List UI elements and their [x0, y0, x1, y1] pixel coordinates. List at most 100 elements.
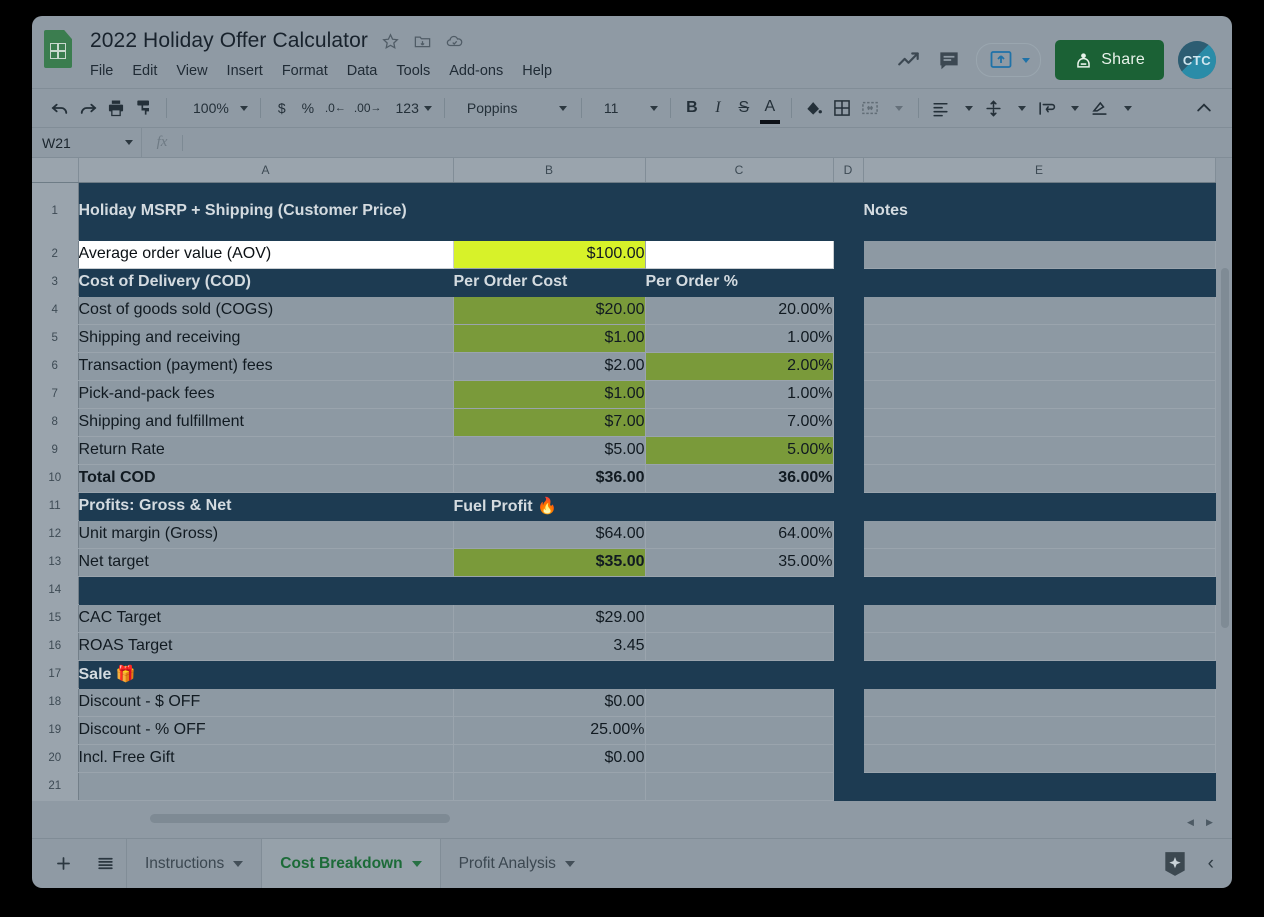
cell-A4[interactable]: Cost of goods sold (COGS): [78, 296, 454, 325]
chevron-down-icon[interactable]: [411, 860, 422, 867]
cell-B10[interactable]: $36.00: [453, 464, 646, 493]
cell-D18[interactable]: [833, 688, 864, 717]
row-header[interactable]: 3: [32, 268, 79, 297]
cell-B20[interactable]: $0.00: [453, 744, 646, 773]
borders-icon[interactable]: [828, 94, 856, 122]
row-header[interactable]: 5: [32, 324, 79, 353]
column-header-c[interactable]: C: [645, 158, 834, 183]
row-header[interactable]: 18: [32, 688, 79, 717]
cell-B13[interactable]: $35.00: [453, 548, 646, 577]
vertical-scrollbar[interactable]: [1220, 182, 1230, 802]
sheet-tab[interactable]: Cost Breakdown: [261, 838, 440, 888]
cell-D6[interactable]: [833, 352, 864, 381]
menu-item-view[interactable]: View: [176, 63, 207, 79]
column-header-a[interactable]: A: [78, 158, 454, 183]
merge-cells-icon[interactable]: [856, 94, 884, 122]
row-header[interactable]: 13: [32, 548, 79, 577]
cell-D1[interactable]: [833, 182, 864, 241]
row-header[interactable]: 11: [32, 492, 79, 521]
menu-item-help[interactable]: Help: [522, 63, 552, 79]
select-all-corner[interactable]: [32, 158, 79, 183]
cell-E8[interactable]: [863, 408, 1216, 437]
menu-item-format[interactable]: Format: [282, 63, 328, 79]
cell-E1[interactable]: Notes: [863, 182, 1216, 241]
cell-D19[interactable]: [833, 716, 864, 745]
cell-A21[interactable]: [78, 772, 454, 801]
cell-A3[interactable]: Cost of Delivery (COD): [78, 268, 454, 297]
italic-button[interactable]: I: [705, 94, 731, 122]
cell-E20[interactable]: [863, 744, 1216, 773]
row-header[interactable]: 19: [32, 716, 79, 745]
cell-E5[interactable]: [863, 324, 1216, 353]
cell-E21[interactable]: [863, 772, 1216, 801]
text-rotation-icon[interactable]: [1086, 94, 1113, 122]
cell-B8[interactable]: $7.00: [453, 408, 646, 437]
cell-E7[interactable]: [863, 380, 1216, 409]
strikethrough-button[interactable]: S: [731, 94, 757, 122]
chevron-down-icon[interactable]: [965, 105, 974, 111]
redo-icon[interactable]: [74, 94, 102, 122]
vertical-align-icon[interactable]: [980, 94, 1007, 122]
scroll-right-icon[interactable]: ▶: [1201, 814, 1218, 830]
menu-item-addons[interactable]: Add-ons: [449, 63, 503, 79]
print-icon[interactable]: [102, 94, 130, 122]
star-icon[interactable]: [381, 32, 400, 51]
cell-D7[interactable]: [833, 380, 864, 409]
menu-item-edit[interactable]: Edit: [132, 63, 157, 79]
decrease-decimal-button[interactable]: .0 ←: [321, 94, 350, 122]
row-header[interactable]: 4: [32, 296, 79, 325]
text-color-button[interactable]: A: [757, 94, 783, 124]
menu-item-tools[interactable]: Tools: [396, 63, 430, 79]
cell-E11[interactable]: [863, 492, 1216, 521]
move-to-folder-icon[interactable]: [413, 32, 432, 51]
cell-C12[interactable]: 64.00%: [645, 520, 834, 549]
cell-D9[interactable]: [833, 436, 864, 465]
cell-C3[interactable]: Per Order %: [645, 268, 834, 297]
cell-E3[interactable]: [863, 268, 1216, 297]
column-header-b[interactable]: B: [453, 158, 646, 183]
row-header[interactable]: 9: [32, 436, 79, 465]
cell-A1[interactable]: Holiday MSRP + Shipping (Customer Price): [78, 182, 454, 241]
cell-C11[interactable]: [645, 492, 834, 521]
all-sheets-icon[interactable]: [84, 854, 126, 873]
row-header[interactable]: 8: [32, 408, 79, 437]
font-size-selector[interactable]: 11: [590, 100, 662, 116]
menu-item-file[interactable]: File: [90, 63, 113, 79]
cell-C17[interactable]: [645, 660, 834, 689]
cell-E12[interactable]: [863, 520, 1216, 549]
document-title[interactable]: 2022 Holiday Offer Calculator: [90, 29, 368, 53]
cell-B5[interactable]: $1.00: [453, 324, 646, 353]
cell-D13[interactable]: [833, 548, 864, 577]
cell-D2[interactable]: [833, 240, 864, 269]
cell-C1[interactable]: [645, 182, 834, 241]
cell-E10[interactable]: [863, 464, 1216, 493]
fill-color-icon[interactable]: [800, 94, 828, 122]
cloud-saved-icon[interactable]: [445, 32, 464, 51]
cell-C6[interactable]: 2.00%: [645, 352, 834, 381]
cell-D10[interactable]: [833, 464, 864, 493]
row-header[interactable]: 20: [32, 744, 79, 773]
cell-D5[interactable]: [833, 324, 864, 353]
horizontal-scrollbar[interactable]: [78, 812, 1232, 826]
cell-C9[interactable]: 5.00%: [645, 436, 834, 465]
cell-A6[interactable]: Transaction (payment) fees: [78, 352, 454, 381]
cell-B21[interactable]: [453, 772, 646, 801]
chevron-down-icon[interactable]: [1018, 105, 1027, 111]
bold-button[interactable]: B: [679, 94, 705, 122]
cell-D15[interactable]: [833, 604, 864, 633]
cell-E9[interactable]: [863, 436, 1216, 465]
percent-format-button[interactable]: %: [295, 94, 321, 122]
sheet-tab[interactable]: Profit Analysis: [439, 838, 593, 888]
row-header[interactable]: 14: [32, 576, 79, 605]
name-box[interactable]: W21: [32, 128, 142, 157]
zoom-control[interactable]: 100%: [175, 100, 252, 116]
collapse-toolbar-icon[interactable]: [1190, 94, 1218, 122]
trends-explore-icon[interactable]: [896, 47, 922, 73]
row-header[interactable]: 7: [32, 380, 79, 409]
cell-B7[interactable]: $1.00: [453, 380, 646, 409]
row-header[interactable]: 17: [32, 660, 79, 689]
user-avatar[interactable]: CTC: [1178, 41, 1216, 79]
cell-B12[interactable]: $64.00: [453, 520, 646, 549]
cell-A8[interactable]: Shipping and fulfillment: [78, 408, 454, 437]
cell-C10[interactable]: 36.00%: [645, 464, 834, 493]
